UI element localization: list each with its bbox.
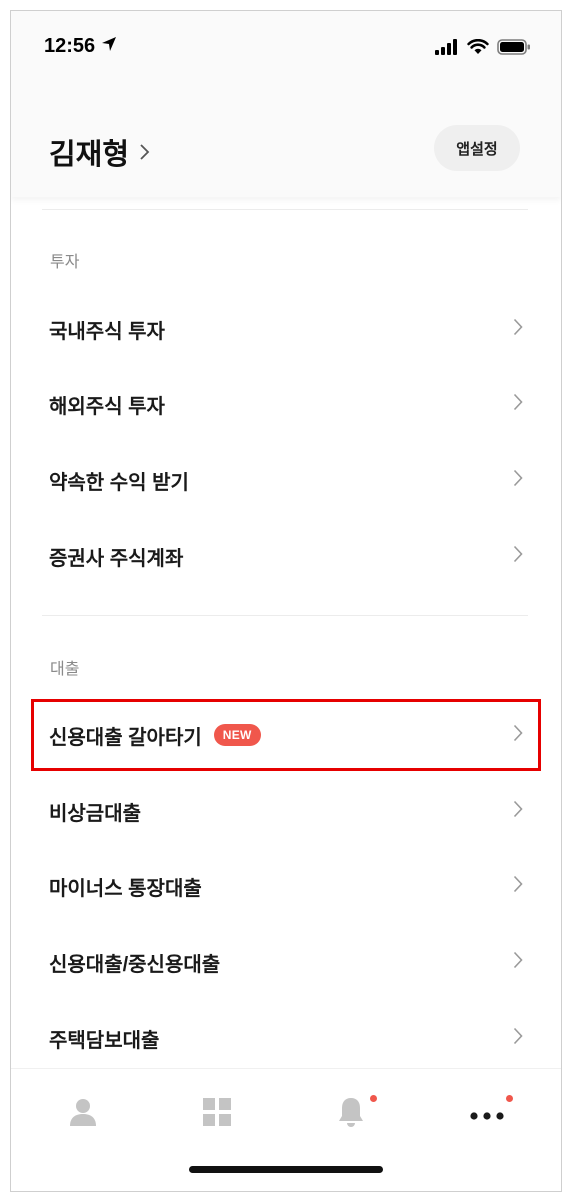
- menu-item-label: 비상금대출: [49, 802, 141, 825]
- chevron-right-icon: [513, 951, 523, 973]
- chevron-right-icon: [513, 875, 523, 897]
- location-arrow-icon: [101, 35, 117, 58]
- chevron-right-icon: [513, 318, 523, 340]
- chevron-right-icon: [139, 136, 151, 169]
- menu-item-label-group: 신용대출 갈아타기 NEW: [49, 721, 261, 750]
- chevron-right-icon: [513, 393, 523, 415]
- status-bar: 12:56: [11, 11, 561, 83]
- divider: [42, 209, 528, 210]
- menu-item-credit-loan[interactable]: 신용대출/중신용대출: [31, 927, 541, 997]
- new-badge: NEW: [213, 724, 261, 746]
- chevron-right-icon: [513, 545, 523, 567]
- signal-icon: [435, 39, 459, 59]
- menu-item-label: 신용대출/중신용대출: [49, 953, 221, 976]
- status-time: 12:56: [44, 35, 117, 58]
- section-label-loan: 대출: [50, 661, 80, 678]
- app-settings-button[interactable]: 앱설정: [434, 125, 520, 171]
- home-indicator: [189, 1166, 383, 1173]
- notification-dot: [506, 1095, 513, 1102]
- chevron-right-icon: [513, 1027, 523, 1049]
- menu-item-promised-return[interactable]: 약속한 수익 받기: [31, 445, 541, 515]
- header-area: 12:56 김재형 앱설정: [11, 11, 561, 197]
- chevron-right-icon: [513, 469, 523, 491]
- profile-name-link[interactable]: 김재형: [49, 131, 151, 173]
- wifi-icon: [467, 38, 489, 59]
- status-icons: [435, 38, 531, 59]
- menu-item-label: 해외주식 투자: [49, 395, 165, 418]
- nav-notifications[interactable]: [321, 1089, 381, 1139]
- battery-icon: [497, 39, 531, 59]
- menu-item-brokerage-account[interactable]: 증권사 주식계좌: [31, 521, 541, 591]
- bell-icon: [337, 1096, 365, 1132]
- chevron-right-icon: [513, 724, 523, 746]
- chevron-right-icon: [513, 800, 523, 822]
- menu-item-label: 증권사 주식계좌: [49, 547, 184, 570]
- app-settings-label: 앱설정: [456, 140, 498, 158]
- section-label-invest: 투자: [50, 254, 80, 271]
- nav-more[interactable]: [457, 1089, 517, 1139]
- divider: [42, 615, 528, 616]
- status-time-text: 12:56: [44, 35, 96, 57]
- menu-item-label: 신용대출 갈아타기: [49, 726, 202, 749]
- notification-dot: [370, 1095, 377, 1102]
- nav-home[interactable]: [187, 1089, 247, 1139]
- user-name: 김재형: [49, 139, 130, 171]
- menu-item-emergency-loan[interactable]: 비상금대출: [31, 776, 541, 846]
- more-dots-icon: [470, 1105, 504, 1124]
- grid-icon: [202, 1097, 232, 1131]
- menu-item-label: 약속한 수익 받기: [49, 471, 189, 494]
- menu-item-label: 주택담보대출: [49, 1029, 160, 1052]
- bottom-nav: [11, 1068, 561, 1191]
- menu-item-label: 마이너스 통장대출: [49, 877, 202, 900]
- person-icon: [68, 1097, 98, 1131]
- menu-item-minus-account-loan[interactable]: 마이너스 통장대출: [31, 851, 541, 921]
- menu-item-domestic-stock[interactable]: 국내주식 투자: [31, 294, 541, 364]
- menu-item-foreign-stock[interactable]: 해외주식 투자: [31, 369, 541, 439]
- menu-item-loan-switch[interactable]: 신용대출 갈아타기 NEW: [31, 700, 541, 770]
- nav-profile[interactable]: [53, 1089, 113, 1139]
- menu-item-mortgage-loan[interactable]: 주택담보대출: [31, 1003, 541, 1073]
- menu-item-label: 국내주식 투자: [49, 320, 165, 343]
- screen-frame: 12:56 김재형 앱설정 투자 국내주식 투자 해외주식 투자 약속한 수익 …: [10, 10, 562, 1192]
